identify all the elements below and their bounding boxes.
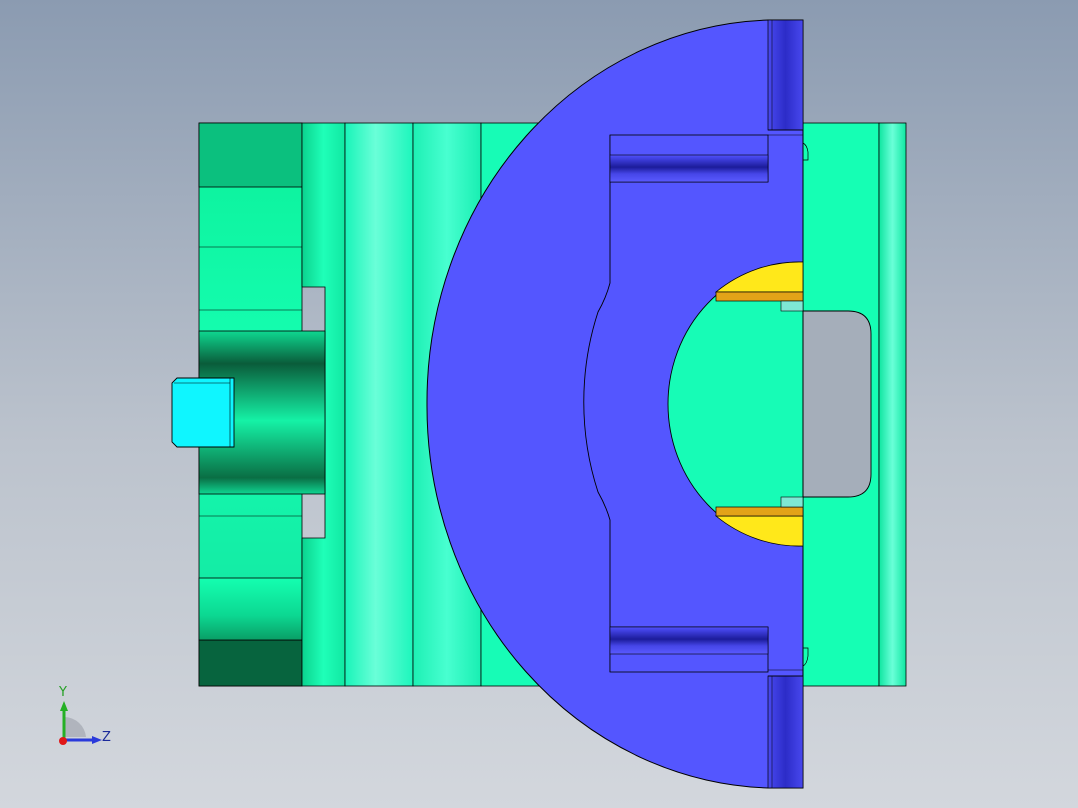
- cad-model-view[interactable]: [0, 0, 1078, 808]
- cad-viewport[interactable]: Y Z: [0, 0, 1078, 808]
- orientation-triad: Y Z: [52, 685, 122, 755]
- cyan-key-block[interactable]: [171, 377, 235, 448]
- y-axis-label: Y: [59, 685, 67, 700]
- z-axis-label: Z: [102, 730, 111, 745]
- side-window-cutout[interactable]: [802, 310, 872, 498]
